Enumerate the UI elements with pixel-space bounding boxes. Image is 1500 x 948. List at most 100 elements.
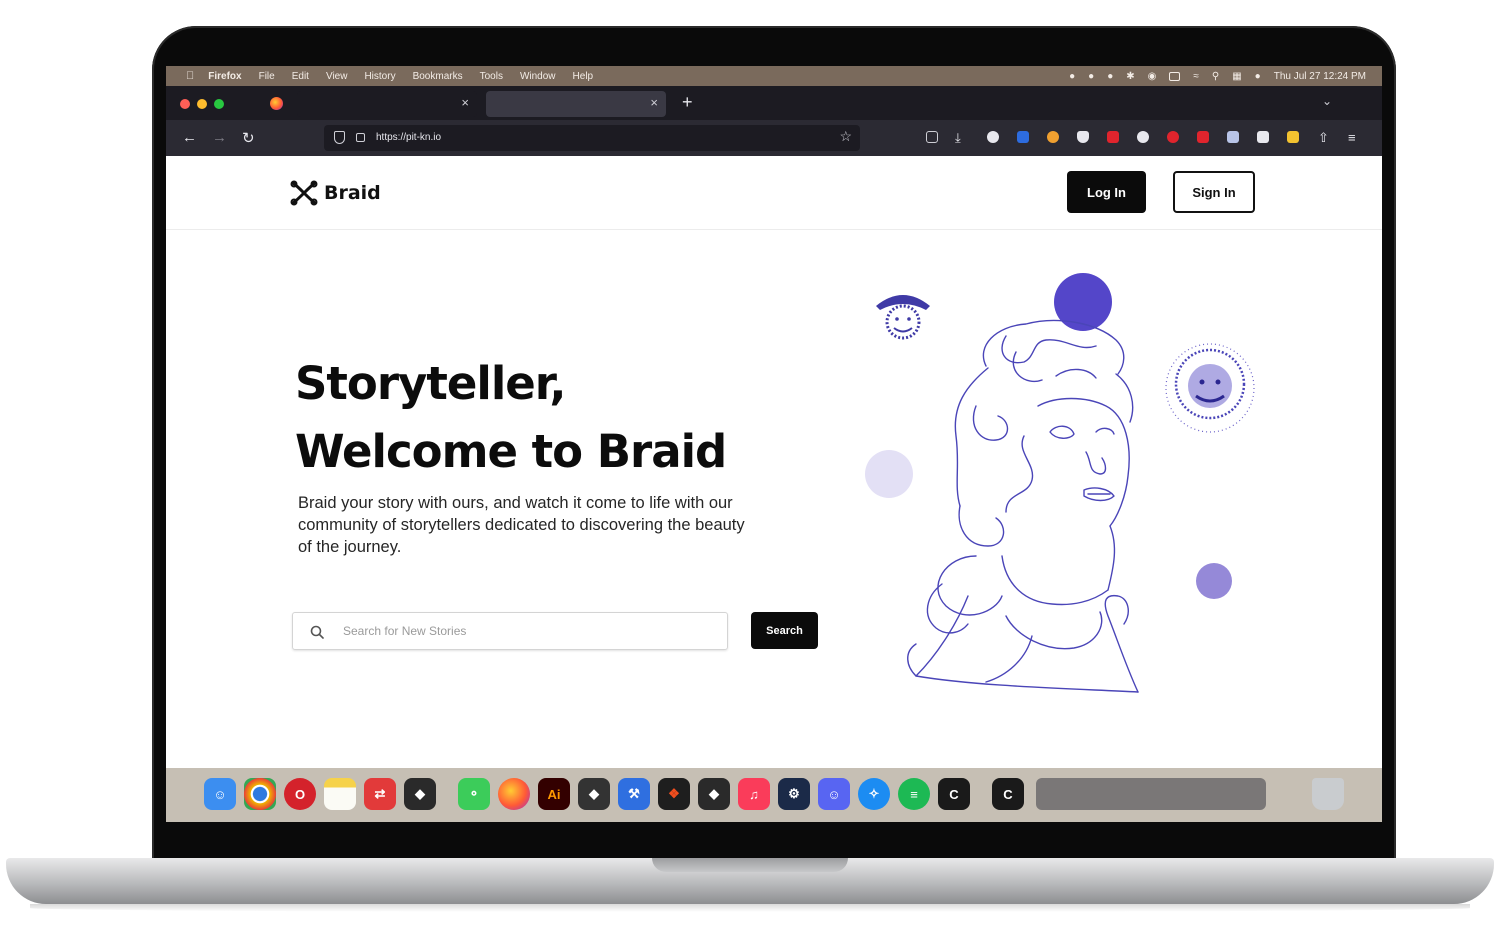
line-art-portrait bbox=[907, 319, 1139, 693]
safari-icon[interactable]: ✧ bbox=[858, 778, 890, 810]
menu-history[interactable]: History bbox=[364, 71, 395, 82]
brand-name: Braid bbox=[324, 182, 381, 204]
trash-icon[interactable] bbox=[1312, 778, 1344, 810]
mac-menubar:  Firefox File Edit View History Bookmar… bbox=[166, 66, 1382, 86]
story-search-box[interactable] bbox=[292, 612, 728, 650]
teamviewer-icon[interactable]: ⇄ bbox=[364, 778, 396, 810]
menu-view[interactable]: View bbox=[326, 71, 348, 82]
accent-circle-large bbox=[1054, 273, 1112, 331]
unity-icon-2[interactable]: ◆ bbox=[698, 778, 730, 810]
tab-close-icon[interactable]: × bbox=[650, 95, 658, 110]
minimize-window-button[interactable] bbox=[197, 99, 207, 109]
status-icon-2[interactable]: ● bbox=[1088, 71, 1094, 82]
browser-navbar: ← → ↻ https://pit-kn.io ☆ ⤓ ⇧ ≡ bbox=[166, 120, 1382, 156]
extension-4-icon[interactable] bbox=[1077, 131, 1089, 143]
unity-icon[interactable]: ◆ bbox=[404, 778, 436, 810]
extension-8-icon[interactable] bbox=[1197, 131, 1209, 143]
unity-hub-icon[interactable]: ◆ bbox=[578, 778, 610, 810]
status-icon-1[interactable]: ● bbox=[1069, 71, 1075, 82]
hero-title-line-2: Welcome to Braid bbox=[295, 425, 727, 478]
hero-title-line-1: Storyteller, bbox=[295, 357, 566, 410]
address-url[interactable]: https://pit-kn.io bbox=[376, 132, 441, 143]
new-tab-button[interactable]: + bbox=[682, 92, 693, 113]
opera-icon[interactable]: O bbox=[284, 778, 316, 810]
extension-1-icon[interactable] bbox=[987, 131, 999, 143]
portrait-avatar-2 bbox=[1165, 343, 1255, 433]
extension-6-icon[interactable] bbox=[1137, 131, 1149, 143]
bluetooth-icon[interactable]: ✱ bbox=[1126, 71, 1134, 82]
extension-10-icon[interactable] bbox=[1287, 131, 1299, 143]
extension-7-icon[interactable] bbox=[1167, 131, 1179, 143]
login-button[interactable]: Log In bbox=[1067, 171, 1146, 213]
menu-tools[interactable]: Tools bbox=[480, 71, 503, 82]
wifi-icon[interactable]: ≈ bbox=[1193, 71, 1199, 82]
laptop-opening-notch bbox=[652, 858, 848, 872]
extension-2-icon[interactable] bbox=[1017, 131, 1029, 143]
hero-subtitle: Braid your story with ours, and watch it… bbox=[298, 494, 745, 556]
menu-window[interactable]: Window bbox=[520, 71, 556, 82]
menu-app-name[interactable]: Firefox bbox=[208, 71, 241, 82]
menu-help[interactable]: Help bbox=[573, 71, 594, 82]
address-bar[interactable]: https://pit-kn.io ☆ bbox=[324, 125, 860, 151]
cursor-icon[interactable]: C bbox=[938, 778, 970, 810]
spotify-icon[interactable]: ≡ bbox=[898, 778, 930, 810]
window-controls bbox=[180, 99, 224, 109]
tracking-shield-icon[interactable] bbox=[334, 131, 345, 144]
battery-icon[interactable] bbox=[1169, 71, 1181, 81]
list-tabs-chevron-icon[interactable]: ⌄ bbox=[1322, 94, 1332, 108]
music-icon[interactable]: ♫ bbox=[738, 778, 770, 810]
menu-bookmarks[interactable]: Bookmarks bbox=[413, 71, 463, 82]
reload-icon[interactable]: ↻ bbox=[242, 129, 255, 147]
steam-icon[interactable]: ⚙ bbox=[778, 778, 810, 810]
chrome-icon[interactable] bbox=[244, 778, 276, 810]
portrait-avatar-1 bbox=[876, 292, 930, 344]
apple-icon[interactable]:  bbox=[186, 70, 194, 82]
menu-hamburger-icon[interactable]: ≡ bbox=[1348, 130, 1356, 145]
firefox-view-icon[interactable] bbox=[270, 97, 283, 110]
menu-file[interactable]: File bbox=[259, 71, 275, 82]
extension-5-icon[interactable] bbox=[1107, 131, 1119, 143]
bookmark-star-icon[interactable]: ☆ bbox=[839, 128, 852, 145]
browser-tab-2[interactable]: × bbox=[486, 91, 666, 117]
braid-logo-icon bbox=[290, 180, 318, 206]
reader-icon[interactable] bbox=[1257, 131, 1269, 143]
signin-button[interactable]: Sign In bbox=[1173, 171, 1255, 213]
close-window-button[interactable] bbox=[180, 99, 190, 109]
finder-icon[interactable]: ☺ bbox=[204, 778, 236, 810]
status-icon-3[interactable]: ● bbox=[1107, 71, 1113, 82]
browser-tab-1[interactable]: × bbox=[297, 91, 477, 117]
siri-icon[interactable]: ● bbox=[1255, 71, 1261, 82]
control-center-icon[interactable]: ▦ bbox=[1232, 71, 1241, 82]
search-button[interactable]: Search bbox=[751, 612, 818, 649]
lock-icon[interactable] bbox=[356, 133, 365, 142]
figma-icon[interactable]: ❖ bbox=[658, 778, 690, 810]
notes-icon[interactable] bbox=[324, 778, 356, 810]
menu-edit[interactable]: Edit bbox=[292, 71, 309, 82]
web-page: Braid Log In Sign In Storyteller, Welcom… bbox=[166, 156, 1382, 822]
status-icon-4[interactable]: ◉ bbox=[1148, 71, 1157, 82]
tab-close-icon[interactable]: × bbox=[461, 95, 469, 110]
downloads-icon[interactable]: ⤓ bbox=[955, 130, 961, 146]
minimized-windows[interactable] bbox=[1036, 778, 1266, 810]
illustrator-icon[interactable]: Ai bbox=[538, 778, 570, 810]
browser-tabbar: × × + ⌄ bbox=[166, 86, 1382, 120]
brand-logo[interactable]: Braid bbox=[290, 180, 381, 206]
back-arrow-icon[interactable]: ← bbox=[182, 129, 197, 146]
extension-9-icon[interactable] bbox=[1227, 131, 1239, 143]
zoom-window-button[interactable] bbox=[214, 99, 224, 109]
xcode-icon[interactable]: ⚒ bbox=[618, 778, 650, 810]
search-icon bbox=[310, 625, 324, 639]
discord-icon[interactable]: ☺ bbox=[818, 778, 850, 810]
hero-illustration bbox=[865, 273, 1255, 693]
hero-title: Storyteller, Welcome to Braid bbox=[295, 350, 727, 486]
extension-3-icon[interactable] bbox=[1047, 131, 1059, 143]
menubar-clock[interactable]: Thu Jul 27 12:24 PM bbox=[1274, 71, 1366, 82]
pocket-icon[interactable] bbox=[926, 131, 938, 143]
spotlight-icon[interactable]: ⚲ bbox=[1212, 71, 1219, 82]
cursor-icon-2[interactable]: C bbox=[992, 778, 1024, 810]
forward-arrow-icon[interactable]: → bbox=[212, 129, 227, 146]
firefox-icon[interactable] bbox=[498, 778, 530, 810]
extensions-icon[interactable]: ⇧ bbox=[1318, 130, 1329, 146]
story-search-input[interactable] bbox=[343, 621, 713, 641]
messages-icon[interactable]: ⚬ bbox=[458, 778, 490, 810]
